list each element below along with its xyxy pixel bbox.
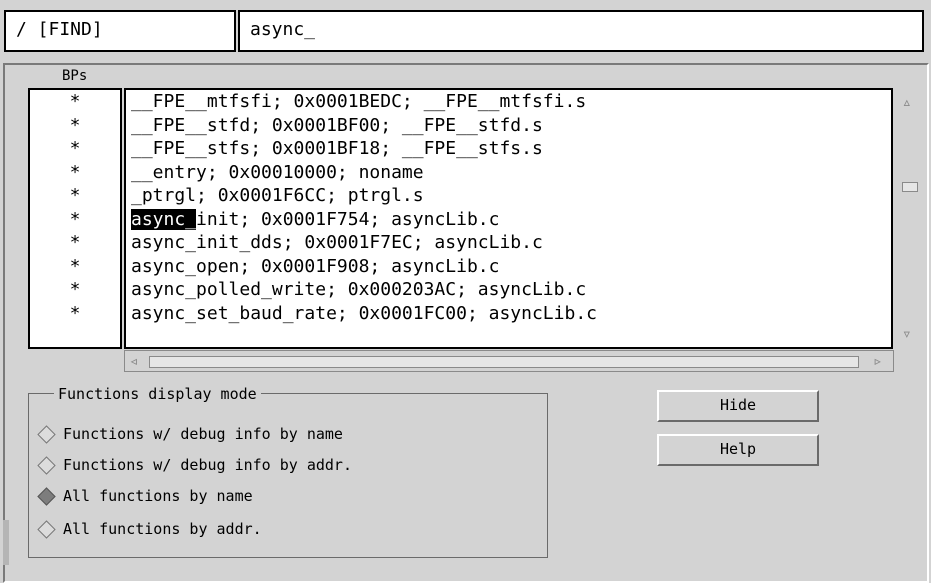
horizontal-scroll-thumb[interactable] xyxy=(149,356,859,368)
vertical-scrollbar[interactable]: ▵ ▿ xyxy=(896,88,922,349)
bp-mark[interactable]: * xyxy=(30,208,120,232)
radio-label: Functions w/ debug info by addr. xyxy=(63,456,352,474)
function-list-item[interactable]: _ptrgl; 0x0001F6CC; ptrgl.s xyxy=(131,184,891,208)
bp-mark[interactable]: * xyxy=(30,302,120,326)
bp-mark[interactable]: * xyxy=(30,137,120,161)
function-list-item[interactable]: __FPE__stfs; 0x0001BF18; __FPE__stfs.s xyxy=(131,137,891,161)
radio-diamond-icon[interactable] xyxy=(37,519,56,539)
radio-label: Functions w/ debug info by name xyxy=(63,425,343,443)
scroll-left-icon[interactable]: ◃ xyxy=(129,351,139,370)
find-label: / [FIND] xyxy=(4,10,236,52)
function-list-item[interactable]: async_polled_write; 0x000203AC; asyncLib… xyxy=(131,278,891,302)
breakpoint-column[interactable]: * * * * * * * * * * xyxy=(28,88,122,349)
radio-diamond-icon[interactable] xyxy=(37,455,56,475)
help-button[interactable]: Help xyxy=(657,434,819,466)
scroll-right-icon[interactable]: ▹ xyxy=(873,351,883,370)
bp-mark[interactable]: * xyxy=(30,184,120,208)
horizontal-scrollbar[interactable]: ◃ ▹ xyxy=(124,350,894,372)
search-highlight: async_ xyxy=(131,208,197,230)
function-list-item-selected[interactable]: async_init; 0x0001F754; asyncLib.c xyxy=(131,208,891,232)
bps-column-label: BPs xyxy=(62,68,88,84)
bp-mark[interactable]: * xyxy=(30,231,120,255)
function-list[interactable]: __FPE__mtfsfi; 0x0001BEDC; __FPE__mtfsfi… xyxy=(124,88,893,349)
radio-diamond-selected-icon[interactable] xyxy=(37,486,56,506)
display-mode-title: Functions display mode xyxy=(54,385,261,403)
panel-edge xyxy=(3,520,9,565)
bp-mark[interactable]: * xyxy=(30,278,120,302)
radio-label: All functions by addr. xyxy=(63,520,262,538)
scroll-up-icon[interactable]: ▵ xyxy=(902,92,912,111)
scroll-down-icon[interactable]: ▿ xyxy=(902,324,912,343)
radio-debug-by-name[interactable]: Functions w/ debug info by name xyxy=(37,424,343,444)
find-input[interactable]: async_ xyxy=(238,10,924,52)
bp-mark[interactable]: * xyxy=(30,161,120,185)
radio-all-by-name[interactable]: All functions by name xyxy=(37,486,253,506)
hide-button[interactable]: Hide xyxy=(657,390,819,422)
bp-mark[interactable]: * xyxy=(30,90,120,114)
vertical-scroll-thumb[interactable] xyxy=(902,182,918,192)
radio-all-by-addr[interactable]: All functions by addr. xyxy=(37,519,262,539)
bp-mark[interactable]: * xyxy=(30,255,120,279)
bp-mark[interactable]: * xyxy=(30,114,120,138)
function-list-item[interactable]: async_open; 0x0001F908; asyncLib.c xyxy=(131,255,891,279)
function-list-item[interactable]: __entry; 0x00010000; noname xyxy=(131,161,891,185)
function-list-item[interactable]: async_set_baud_rate; 0x0001FC00; asyncLi… xyxy=(131,302,891,326)
function-list-item[interactable]: __FPE__mtfsfi; 0x0001BEDC; __FPE__mtfsfi… xyxy=(131,90,891,114)
radio-debug-by-addr[interactable]: Functions w/ debug info by addr. xyxy=(37,455,352,475)
function-list-item-rest: init; 0x0001F754; asyncLib.c xyxy=(196,208,500,230)
function-list-item[interactable]: __FPE__stfd; 0x0001BF00; __FPE__stfd.s xyxy=(131,114,891,138)
radio-diamond-icon[interactable] xyxy=(37,424,56,444)
function-list-item[interactable]: async_init_dds; 0x0001F7EC; asyncLib.c xyxy=(131,231,891,255)
radio-label: All functions by name xyxy=(63,487,253,505)
